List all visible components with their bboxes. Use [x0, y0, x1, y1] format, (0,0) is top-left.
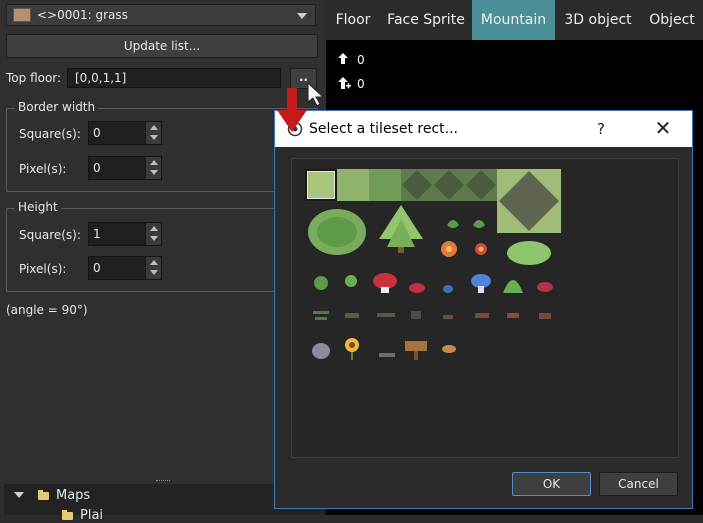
map-info-value-2: 0: [357, 77, 365, 91]
spin-buttons[interactable]: [145, 223, 161, 245]
tab-mountain[interactable]: Mountain: [472, 0, 555, 40]
help-button[interactable]: ?: [597, 120, 605, 138]
dialog-title: Select a tileset rect...: [309, 121, 458, 137]
tab-bar: Floor Face Sprite Mountain 3D object Obj…: [326, 0, 703, 40]
spin-down-icon[interactable]: [150, 236, 158, 241]
tab-floor[interactable]: Floor: [328, 0, 378, 40]
height-title: Height: [15, 200, 61, 214]
height-squares-label: Square(s):: [19, 228, 81, 242]
tileset-image[interactable]: [305, 169, 561, 369]
sprout-sprite[interactable]: [447, 220, 459, 228]
shrub-sprite[interactable]: [507, 241, 551, 265]
map-color-swatch: [13, 8, 31, 22]
mushroom-small-sprite[interactable]: [409, 283, 425, 293]
spin-up-icon[interactable]: [150, 160, 158, 165]
border-pixels-label: Pixel(s):: [19, 162, 67, 176]
grass-tile[interactable]: [337, 169, 369, 201]
grass-tile-dark[interactable]: [369, 169, 401, 201]
border-width-title: Border width: [15, 100, 99, 114]
spin-down-icon[interactable]: [150, 170, 158, 175]
height-group: Height Square(s): 1 Pixel(s): 0: [6, 200, 318, 292]
height-squares-value: 1: [93, 227, 101, 241]
update-list-button[interactable]: Update list...: [6, 34, 318, 58]
leaf-sprite[interactable]: [345, 275, 357, 287]
debris-sprite[interactable]: [475, 313, 489, 318]
lilypad-sprite[interactable]: [314, 276, 328, 290]
mushroom-blue-large-sprite[interactable]: [471, 274, 491, 288]
tab-face-sprite[interactable]: Face Sprite: [382, 0, 470, 40]
pebble-sprite[interactable]: [379, 353, 395, 357]
debris-sprite[interactable]: [539, 313, 551, 319]
debris-sprite[interactable]: [345, 313, 359, 318]
arrow-up-plus-icon: [338, 77, 351, 89]
angle-text: (angle = 90°): [6, 303, 88, 317]
chevron-down-icon[interactable]: [297, 13, 307, 19]
mushroom-blue-sprite[interactable]: [443, 285, 453, 293]
tab-object[interactable]: Object: [642, 0, 702, 40]
map-selector-value: <>0001: grass: [37, 8, 128, 22]
border-pixels-value: 0: [93, 161, 101, 175]
map-info-value-1: 0: [357, 53, 365, 67]
debris-sprite[interactable]: [507, 313, 519, 318]
border-squares-value: 0: [93, 126, 101, 140]
mushroom-sprite[interactable]: [373, 273, 397, 289]
grass-tuft-sprite[interactable]: [503, 280, 523, 293]
spin-buttons[interactable]: [145, 257, 161, 279]
grass-tile-light[interactable]: [305, 169, 337, 201]
tab-3d-object[interactable]: 3D object: [557, 0, 639, 40]
highlight-arrow-icon: [277, 88, 307, 132]
log-sprite[interactable]: [442, 345, 456, 353]
dialog-titlebar[interactable]: Select a tileset rect... ? ✕: [275, 111, 692, 147]
spin-up-icon[interactable]: [150, 260, 158, 265]
select-tileset-dialog: Select a tileset rect... ? ✕ OK Cancel: [274, 110, 693, 509]
border-pixels-spinbox[interactable]: 0: [88, 156, 162, 180]
berry-sprite[interactable]: [537, 282, 553, 292]
spin-down-icon[interactable]: [150, 135, 158, 140]
arrow-up-icon: [338, 53, 348, 64]
grip-icon: [156, 480, 170, 482]
debris-sprite[interactable]: [377, 313, 395, 317]
folder-icon: [62, 510, 73, 520]
height-pixels-value: 0: [93, 261, 101, 275]
close-icon[interactable]: ✕: [651, 115, 675, 141]
expand-arrow-icon[interactable]: [14, 492, 24, 498]
mouse-cursor-icon: [307, 82, 325, 107]
folder-icon: [38, 490, 49, 500]
debris-sprite[interactable]: [411, 311, 421, 319]
debris-sprite[interactable]: [443, 315, 453, 319]
top-floor-field[interactable]: [0,0,1,1]: [67, 68, 281, 88]
spin-down-icon[interactable]: [150, 270, 158, 275]
sprout-sprite[interactable]: [473, 220, 485, 228]
height-pixels-label: Pixel(s):: [19, 262, 67, 276]
cancel-button[interactable]: Cancel: [599, 472, 678, 496]
ok-button[interactable]: OK: [512, 472, 591, 496]
border-squares-label: Square(s):: [19, 127, 81, 141]
tileset-view[interactable]: [291, 158, 679, 458]
height-pixels-spinbox[interactable]: 0: [88, 256, 162, 280]
spin-buttons[interactable]: [145, 122, 161, 144]
tree-item-child[interactable]: Plai: [80, 508, 103, 523]
spin-up-icon[interactable]: [150, 226, 158, 231]
top-floor-label: Top floor:: [6, 71, 62, 85]
tree-item-maps[interactable]: Maps: [56, 488, 90, 503]
signpost-sprite[interactable]: [405, 341, 427, 351]
border-squares-spinbox[interactable]: 0: [88, 121, 162, 145]
map-selector[interactable]: <>0001: grass: [6, 4, 316, 26]
debris-sprite[interactable]: [313, 311, 329, 314]
rock-sprite[interactable]: [312, 343, 330, 359]
spin-buttons[interactable]: [145, 157, 161, 179]
height-squares-spinbox[interactable]: 1: [88, 222, 162, 246]
border-width-group: Border width Square(s): 0 Pixel(s): 0: [6, 100, 318, 192]
spin-up-icon[interactable]: [150, 125, 158, 130]
